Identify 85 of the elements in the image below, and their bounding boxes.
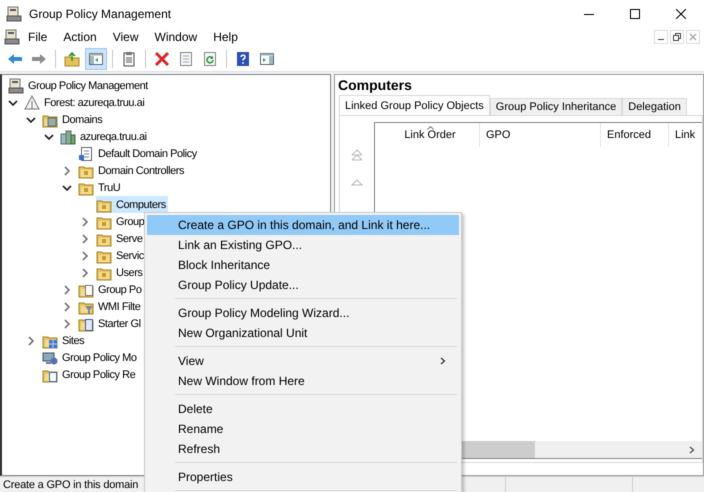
chevron-right-icon[interactable] [62, 284, 72, 294]
menu-item[interactable]: Window [146, 29, 206, 45]
chevron-down-icon[interactable] [62, 182, 72, 192]
tree-item[interactable]: Forest: azureqa.truu.ai [24, 94, 146, 111]
restore-button[interactable] [670, 30, 684, 44]
tab[interactable]: Linked Group Policy Objects [339, 95, 490, 115]
menu-item[interactable]: New Window from Here [147, 371, 459, 391]
double-up-arrow-icon [351, 149, 363, 161]
tab[interactable]: Delegation [622, 98, 687, 115]
menu-item[interactable]: New Organizational Unit [147, 323, 459, 343]
help-icon [235, 50, 251, 66]
tree-item[interactable]: WMI Filte [78, 298, 142, 315]
chevron-right-icon[interactable] [62, 166, 72, 176]
chevron-right-icon[interactable] [62, 302, 72, 312]
delete-icon [154, 50, 170, 66]
menu-item[interactable]: Delete [147, 399, 459, 419]
chevron-right-icon[interactable] [80, 234, 90, 244]
column-header[interactable]: Link Order [375, 123, 480, 147]
chevron-down-icon[interactable] [8, 98, 18, 108]
tree-item[interactable]: Servic [96, 247, 146, 264]
tree-item[interactable]: Sites [42, 332, 86, 349]
chevron-right-icon[interactable] [26, 336, 36, 346]
tree-item[interactable]: TruU [78, 179, 122, 196]
tree-item[interactable]: Users [96, 264, 144, 281]
restore-icon [673, 33, 681, 41]
window-title: Group Policy Management [29, 7, 172, 21]
tree-item[interactable]: Starter Gl [78, 315, 143, 332]
tree-item[interactable]: Domains [42, 111, 104, 128]
menu-item[interactable]: Group Policy Update... [147, 275, 459, 295]
chevron-right-icon[interactable] [80, 250, 90, 260]
tree-item[interactable]: Group [96, 213, 146, 230]
folder-arrow-icon [64, 50, 80, 66]
menu-item[interactable]: Create a GPO in this domain, and Link it here... [147, 215, 459, 235]
chevron-down-icon[interactable] [44, 132, 54, 142]
building-icon [60, 128, 76, 144]
pane-icon [259, 50, 275, 66]
menu-item[interactable]: View [104, 29, 146, 45]
tree-item[interactable]: Computers [96, 196, 168, 213]
tree-item[interactable]: Default Domain Policy [78, 145, 199, 162]
chevron-right-icon[interactable] [80, 268, 90, 278]
clipboard-icon [121, 50, 137, 66]
console-icon [6, 6, 22, 22]
chevron-right-icon [688, 446, 696, 454]
chevron-down-icon[interactable] [26, 114, 36, 124]
document-icon [78, 146, 94, 162]
tree-item[interactable]: Group Policy Management [8, 77, 150, 94]
tab[interactable]: Group Policy Inheritance [490, 98, 622, 115]
tree-item[interactable]: Group Policy Mo [42, 349, 139, 366]
sort-caret-icon [427, 126, 434, 130]
menu-item[interactable]: Help [205, 29, 246, 45]
tree-item[interactable]: Group Po [78, 281, 144, 298]
menu-item[interactable]: Link an Existing GPO... [147, 235, 459, 255]
triangle-icon [24, 94, 40, 110]
refresh-icon [202, 50, 218, 66]
menu-item[interactable]: Block Inheritance [147, 255, 459, 275]
column-header[interactable]: GPO [480, 123, 601, 147]
menu-item[interactable]: Action [55, 29, 105, 45]
chevron-right-icon[interactable] [62, 318, 72, 328]
menu-item[interactable]: Properties [147, 467, 459, 487]
menu-item[interactable]: Group Policy Modeling Wizard... [147, 303, 459, 323]
column-header[interactable]: Link [669, 123, 702, 147]
console-icon [4, 29, 20, 45]
properties-icon [178, 50, 194, 66]
status-text: Create a GPO in this domain [2, 478, 140, 490]
menu-item[interactable]: Rename [147, 419, 459, 439]
close-icon [676, 9, 686, 19]
console-icon [8, 78, 24, 94]
tree-item[interactable]: Serve [96, 230, 144, 247]
menu-item[interactable]: View [147, 351, 459, 371]
tree-item[interactable]: Domain Controllers [78, 162, 186, 179]
up-arrow-icon [351, 178, 363, 186]
pane-title: Computers [337, 76, 413, 95]
minimize-button[interactable] [654, 30, 668, 44]
maximize-icon [630, 9, 640, 19]
close-icon [689, 33, 697, 41]
menu-item[interactable]: File [20, 29, 56, 45]
toolbar-button[interactable] [85, 48, 107, 70]
computer-icon [42, 350, 58, 366]
tree-item[interactable]: Group Policy Re [42, 366, 138, 383]
chevron-right-icon [439, 357, 447, 365]
chevron-right-icon[interactable] [80, 216, 90, 226]
column-header[interactable]: Enforced [601, 123, 669, 147]
tree-item[interactable]: azureqa.truu.ai [60, 128, 149, 145]
menu-item[interactable]: Refresh [147, 439, 459, 459]
pane-icon [88, 50, 104, 66]
